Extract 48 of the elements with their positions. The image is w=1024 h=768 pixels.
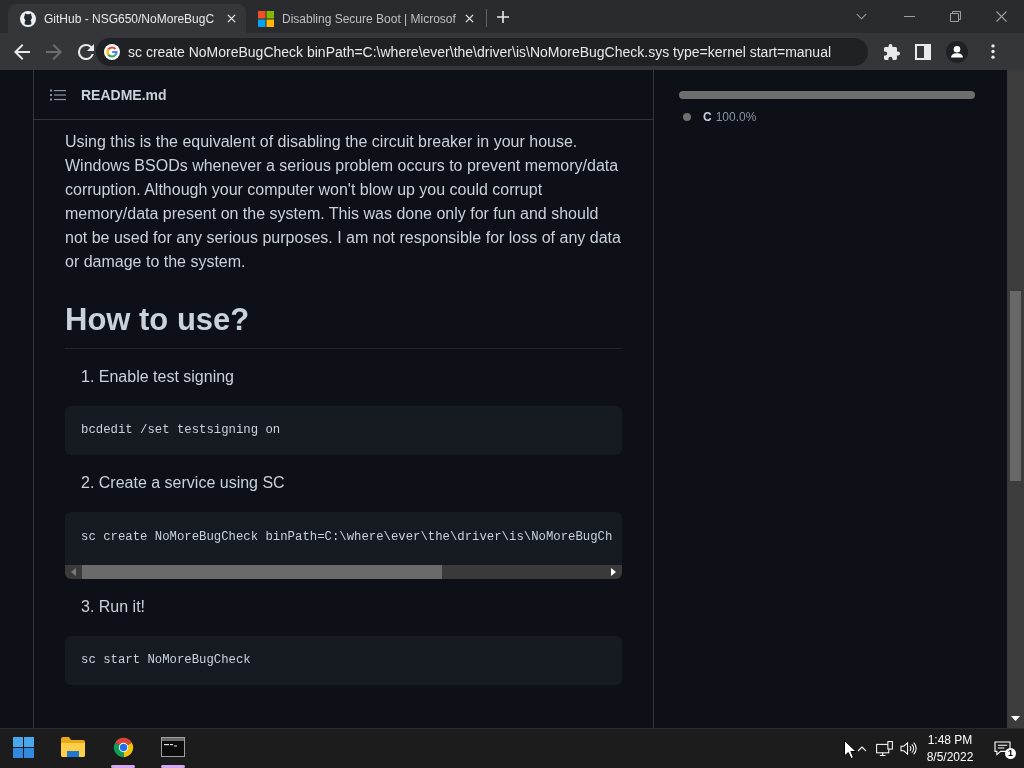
minimize-icon[interactable]	[903, 16, 915, 17]
scrollbar-thumb[interactable]	[1010, 291, 1021, 481]
menu-icon[interactable]	[991, 44, 995, 59]
browser-tab[interactable]: GitHub - NSG650/NoMoreBugC	[8, 4, 246, 33]
code-line: sc start NoMoreBugCheck	[80, 652, 252, 669]
folder-icon[interactable]	[61, 737, 85, 757]
readme-title: README.md	[81, 86, 167, 103]
g-logo-icon	[104, 43, 120, 60]
plus-icon[interactable]	[497, 11, 509, 23]
list-icon[interactable]	[50, 88, 66, 101]
down-arrow-icon[interactable]	[1011, 716, 1020, 721]
start-icon[interactable]	[12, 737, 34, 758]
address-bar[interactable]: sc create NoMoreBugCheck binPath=C:\where\ever\the\driver\is\NoMoreBugCheck.sys type=kernel start=manual	[96, 37, 868, 66]
list-item: 2. Create a service using SC	[81, 473, 286, 493]
close-icon[interactable]	[995, 11, 1007, 22]
code-line: bcdedit /set testsigning on	[80, 422, 282, 439]
mouse-pointer-icon	[844, 740, 856, 759]
speaker-icon[interactable]	[899, 741, 917, 756]
list-item: 3. Run it!	[81, 597, 147, 617]
readme-paragraph: Using this is the equivalent of disabling the circuit breaker in your house. Windows BSODs whenever a serious problem occurs to prevent memory/data corruption. Although your computer won't blow up you could corrupt memory/data present on the system. This was done only for fun and should not be used for any serious purposes. I am not responsible for loss of any data or damage to the system.	[65, 132, 622, 272]
back-arrow-icon[interactable]	[14, 43, 30, 60]
browser-icon[interactable]	[112, 737, 134, 758]
page-scrollbar[interactable]	[1007, 70, 1024, 728]
chevron-down-icon[interactable]	[855, 11, 867, 22]
notification-count: 1	[1005, 748, 1016, 759]
chevron-up-icon[interactable]	[857, 745, 867, 752]
left-arrow-icon[interactable]	[71, 568, 76, 576]
restore-icon[interactable]	[949, 11, 961, 22]
language-name[interactable]: C	[703, 109, 712, 125]
terminal-icon[interactable]	[161, 737, 185, 757]
horizontal-scrollbar[interactable]	[65, 565, 622, 579]
side-panel-icon[interactable]	[915, 43, 931, 60]
four-squares-icon	[258, 10, 274, 27]
cat-logo-icon	[20, 10, 36, 27]
clock-time[interactable]: 1:48 PM	[927, 731, 973, 749]
puzzle-icon[interactable]	[884, 43, 900, 60]
profile-icon[interactable]	[946, 40, 968, 63]
list-item: 1. Enable test signing	[81, 367, 235, 387]
section-heading: How to use?	[65, 300, 622, 349]
code-line: sc create NoMoreBugCheck binPath=C:\where\ever\the\driver\is\NoMoreBugCh	[80, 529, 614, 546]
right-arrow-icon[interactable]	[611, 568, 616, 576]
clock-date[interactable]: 8/5/2022	[926, 748, 974, 766]
reload-icon[interactable]	[78, 43, 94, 60]
scrollbar-thumb[interactable]	[82, 565, 442, 579]
language-percent: 100.0%	[715, 109, 757, 125]
network-icon[interactable]	[875, 741, 893, 756]
notification-icon[interactable]	[993, 741, 1011, 756]
browser-tab[interactable]: Disabling Secure Boot | Microsof	[246, 4, 484, 33]
